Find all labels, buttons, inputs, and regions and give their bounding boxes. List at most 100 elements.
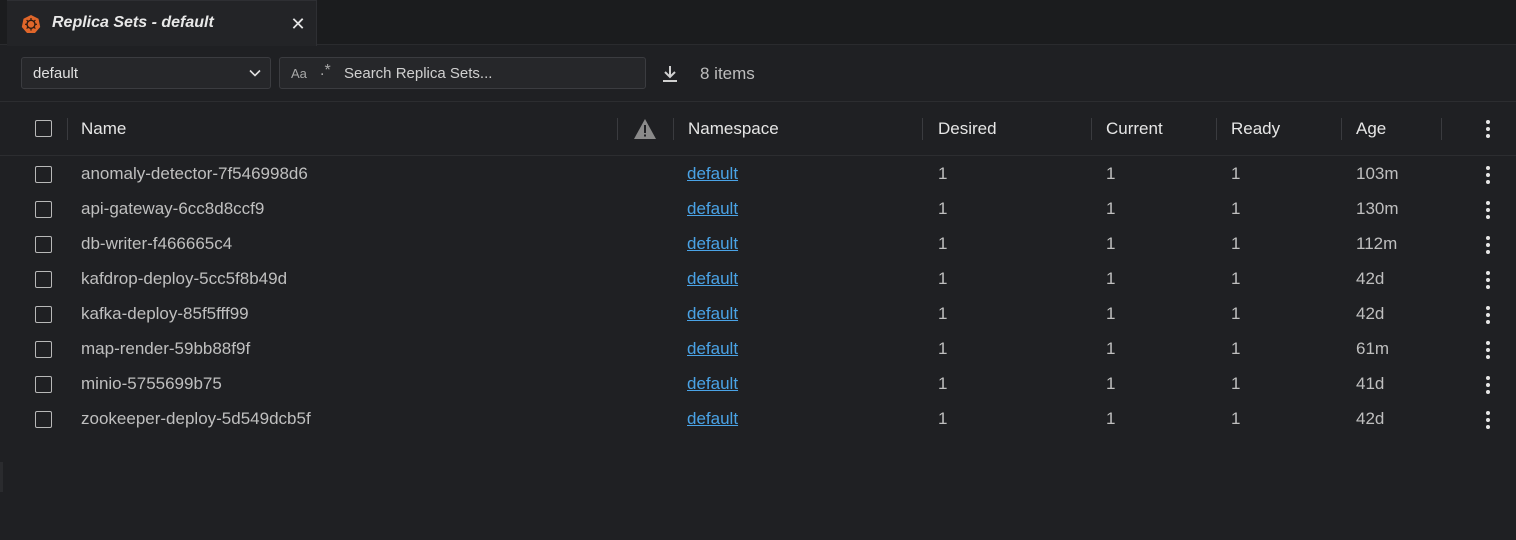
table-row[interactable]: minio-5755699b75 default 1 1 1 41d bbox=[0, 367, 1516, 402]
row-menu-icon[interactable] bbox=[1485, 411, 1491, 431]
cell-ready: 1 bbox=[1231, 409, 1241, 428]
replica-sets-window: Replica Sets - default ✕ default Aa .* 8… bbox=[0, 0, 1516, 540]
cell-current: 1 bbox=[1106, 164, 1116, 183]
cell-name: map-render-59bb88f9f bbox=[81, 339, 251, 358]
namespace-link[interactable]: default bbox=[687, 269, 738, 289]
cell-name: zookeeper-deploy-5d549dcb5f bbox=[81, 409, 311, 428]
kubernetes-icon bbox=[21, 15, 41, 33]
items-count: 8 items bbox=[700, 64, 755, 83]
namespace-link[interactable]: default bbox=[687, 164, 738, 184]
column-header-desired[interactable]: Desired bbox=[938, 119, 997, 139]
cell-age: 112m bbox=[1356, 234, 1398, 253]
row-menu-icon[interactable] bbox=[1485, 341, 1491, 361]
row-menu-icon[interactable] bbox=[1485, 376, 1491, 396]
column-separator bbox=[673, 118, 674, 140]
row-checkbox[interactable] bbox=[35, 166, 52, 183]
cell-current: 1 bbox=[1106, 409, 1116, 428]
column-separator bbox=[67, 118, 68, 140]
cell-current: 1 bbox=[1106, 199, 1116, 218]
cell-current: 1 bbox=[1106, 269, 1116, 288]
row-menu-icon[interactable] bbox=[1485, 201, 1491, 221]
column-separator bbox=[1216, 118, 1217, 140]
row-checkbox[interactable] bbox=[35, 271, 52, 288]
cell-desired: 1 bbox=[938, 164, 948, 183]
table-row[interactable]: kafdrop-deploy-5cc5f8b49d default 1 1 1 … bbox=[0, 262, 1516, 297]
cell-name: anomaly-detector-7f546998d6 bbox=[81, 164, 308, 183]
table-row[interactable]: zookeeper-deploy-5d549dcb5f default 1 1 … bbox=[0, 402, 1516, 437]
cell-desired: 1 bbox=[938, 374, 948, 393]
namespace-link[interactable]: default bbox=[687, 304, 738, 324]
search-input[interactable] bbox=[344, 60, 634, 86]
cell-current: 1 bbox=[1106, 234, 1116, 253]
cell-ready: 1 bbox=[1231, 199, 1241, 218]
namespace-select[interactable]: default bbox=[21, 57, 271, 89]
row-checkbox[interactable] bbox=[35, 306, 52, 323]
cell-desired: 1 bbox=[938, 304, 948, 323]
table-header: Name Namespace Desired Current Ready Age bbox=[0, 102, 1516, 156]
table-row[interactable]: map-render-59bb88f9f default 1 1 1 61m bbox=[0, 332, 1516, 367]
column-header-namespace[interactable]: Namespace bbox=[688, 119, 779, 139]
tab-title: Replica Sets - default bbox=[52, 14, 214, 31]
namespace-link[interactable]: default bbox=[687, 199, 738, 219]
regex-toggle[interactable]: .* bbox=[320, 62, 331, 80]
table-row[interactable]: anomaly-detector-7f546998d6 default 1 1 … bbox=[0, 157, 1516, 192]
cell-ready: 1 bbox=[1231, 164, 1241, 183]
cell-name: api-gateway-6cc8d8ccf9 bbox=[81, 199, 265, 218]
namespace-link[interactable]: default bbox=[687, 339, 738, 359]
row-checkbox[interactable] bbox=[35, 376, 52, 393]
download-icon[interactable] bbox=[661, 65, 679, 83]
cell-age: 42d bbox=[1356, 304, 1385, 323]
row-menu-icon[interactable] bbox=[1485, 306, 1491, 326]
row-checkbox[interactable] bbox=[35, 341, 52, 358]
cell-age: 42d bbox=[1356, 269, 1385, 288]
column-header-current[interactable]: Current bbox=[1106, 119, 1163, 139]
column-header-ready[interactable]: Ready bbox=[1231, 119, 1280, 139]
tab-replica-sets[interactable]: Replica Sets - default ✕ bbox=[7, 0, 317, 46]
cell-age: 42d bbox=[1356, 409, 1385, 428]
table-row[interactable]: kafka-deploy-85f5fff99 default 1 1 1 42d bbox=[0, 297, 1516, 332]
namespace-link[interactable]: default bbox=[687, 234, 738, 254]
namespace-select-value: default bbox=[33, 65, 79, 82]
cell-desired: 1 bbox=[938, 234, 948, 253]
cell-ready: 1 bbox=[1231, 339, 1241, 358]
cell-name: db-writer-f466665c4 bbox=[81, 234, 233, 253]
row-checkbox[interactable] bbox=[35, 411, 52, 428]
cell-name: minio-5755699b75 bbox=[81, 374, 222, 393]
cell-current: 1 bbox=[1106, 304, 1116, 323]
columns-menu-icon[interactable] bbox=[1485, 120, 1491, 140]
table-row[interactable]: api-gateway-6cc8d8ccf9 default 1 1 1 130… bbox=[0, 192, 1516, 227]
cell-ready: 1 bbox=[1231, 304, 1241, 323]
cell-desired: 1 bbox=[938, 409, 948, 428]
cell-current: 1 bbox=[1106, 339, 1116, 358]
match-case-toggle[interactable]: Aa bbox=[291, 66, 307, 81]
panel-resize-handle[interactable] bbox=[0, 462, 3, 492]
row-checkbox[interactable] bbox=[35, 236, 52, 253]
column-separator bbox=[617, 118, 618, 140]
cell-name: kafka-deploy-85f5fff99 bbox=[81, 304, 249, 323]
toolbar: default Aa .* 8 items bbox=[0, 46, 1516, 102]
namespace-link[interactable]: default bbox=[687, 374, 738, 394]
row-checkbox[interactable] bbox=[35, 201, 52, 218]
column-header-name[interactable]: Name bbox=[81, 119, 126, 139]
column-header-age[interactable]: Age bbox=[1356, 119, 1386, 139]
namespace-link[interactable]: default bbox=[687, 409, 738, 429]
close-icon[interactable]: ✕ bbox=[287, 13, 309, 35]
cell-ready: 1 bbox=[1231, 234, 1241, 253]
cell-age: 103m bbox=[1356, 164, 1399, 183]
cell-age: 41d bbox=[1356, 374, 1385, 393]
cell-name: kafdrop-deploy-5cc5f8b49d bbox=[81, 269, 288, 288]
cell-desired: 1 bbox=[938, 199, 948, 218]
cell-desired: 1 bbox=[938, 339, 948, 358]
cell-ready: 1 bbox=[1231, 269, 1241, 288]
table-row[interactable]: db-writer-f466665c4 default 1 1 1 112m bbox=[0, 227, 1516, 262]
cell-age: 130m bbox=[1356, 199, 1399, 218]
column-separator bbox=[1441, 118, 1442, 140]
search-box: Aa .* bbox=[279, 57, 646, 89]
cell-current: 1 bbox=[1106, 374, 1116, 393]
row-menu-icon[interactable] bbox=[1485, 236, 1491, 256]
row-menu-icon[interactable] bbox=[1485, 271, 1491, 291]
warning-icon[interactable] bbox=[633, 118, 657, 140]
select-all-checkbox[interactable] bbox=[35, 120, 52, 137]
row-menu-icon[interactable] bbox=[1485, 166, 1491, 186]
tab-bar: Replica Sets - default ✕ bbox=[0, 0, 1516, 46]
